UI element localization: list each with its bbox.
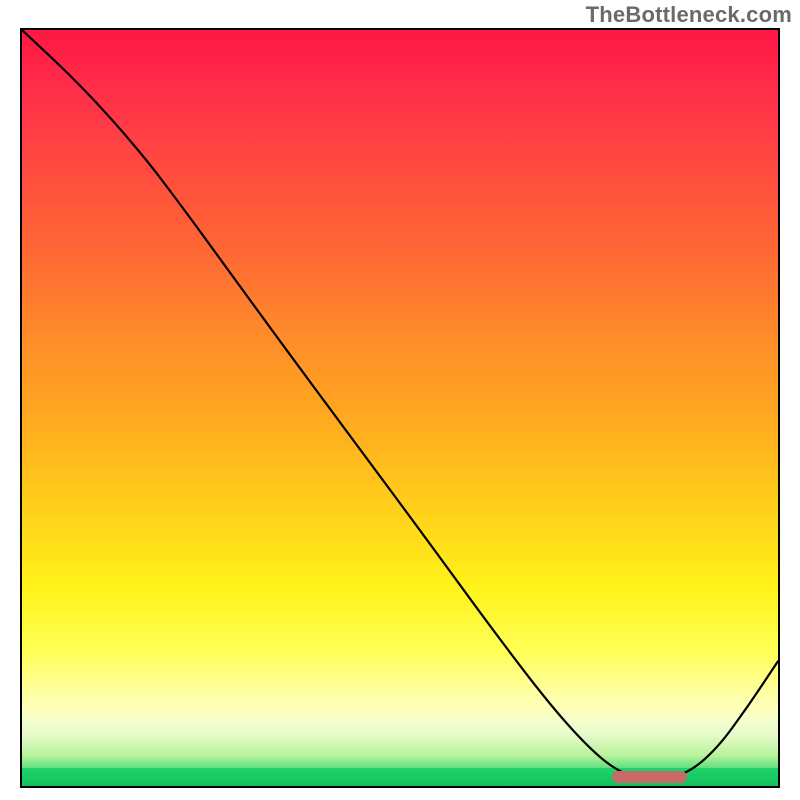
optimal-range-marker: [612, 771, 688, 783]
plot-area: [20, 28, 780, 788]
watermark-text: TheBottleneck.com: [586, 2, 792, 28]
heat-gradient: [22, 30, 778, 786]
chart-container: TheBottleneck.com: [0, 0, 800, 800]
